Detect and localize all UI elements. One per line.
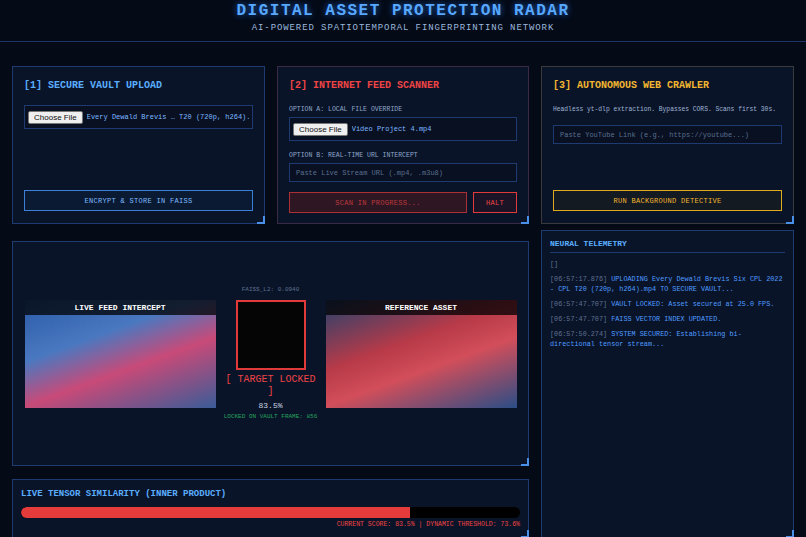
header: DIGITAL ASSET PROTECTION RADAR AI-POWERE… bbox=[0, 0, 806, 42]
analysis-column: FAISS_L2: 0.0940 LIVE FEED INTERCEPT [ T… bbox=[12, 230, 529, 537]
option-label: OPTION B: REAL-TIME URL INTERCEPT bbox=[289, 151, 517, 160]
lower-area: FAISS_L2: 0.0940 LIVE FEED INTERCEPT [ T… bbox=[12, 230, 794, 537]
vault-panel: [1] SECURE VAULT UPLOAD Choose File Ever… bbox=[12, 66, 265, 224]
faiss-metric: FAISS_L2: 0.0940 bbox=[242, 286, 300, 293]
panel-title: LIVE TENSOR SIMILARITY (INNER PRODUCT) bbox=[21, 487, 520, 501]
similarity-track bbox=[21, 507, 520, 518]
app-title: DIGITAL ASSET PROTECTION RADAR bbox=[0, 1, 806, 21]
locked-frame: LOCKED ON VAULT FRAME: 856 bbox=[224, 413, 318, 421]
lock-score: 83.5% bbox=[258, 401, 282, 410]
scan-button[interactable]: SCAN IN PROGRESS... bbox=[289, 192, 467, 213]
panel-title: [2] INTERNET FEED SCANNER bbox=[289, 79, 517, 93]
panel-title: NEURAL TELEMETRY bbox=[550, 239, 785, 253]
file-input[interactable]: Choose File Every Dewald Brevis … T20 (7… bbox=[24, 105, 253, 129]
lock-column: [ TARGET LOCKED ] 83.5% LOCKED ON VAULT … bbox=[221, 300, 321, 421]
match-panel: FAISS_L2: 0.0940 LIVE FEED INTERCEPT [ T… bbox=[12, 241, 529, 466]
crawler-description: Headless yt-dlp extraction. Bypasses COR… bbox=[553, 105, 782, 115]
match-row: LIVE FEED INTERCEPT [ TARGET LOCKED ] 83… bbox=[25, 300, 517, 421]
radar-app: DIGITAL ASSET PROTECTION RADAR AI-POWERE… bbox=[0, 0, 806, 537]
telemetry-placeholder: [] bbox=[550, 259, 785, 269]
edge-sketch bbox=[236, 300, 306, 370]
telemetry-line: [06:57:47.707] VAULT LOCKED: Asset secur… bbox=[550, 299, 785, 309]
reference-frame: REFERENCE ASSET bbox=[326, 300, 517, 408]
choose-file-button[interactable]: Choose File bbox=[293, 123, 348, 136]
file-name: Video Project 4.mp4 bbox=[352, 125, 432, 133]
halt-button[interactable]: HALT bbox=[473, 192, 517, 213]
crawler-panel: [3] AUTONOMOUS WEB CRAWLER Headless yt-d… bbox=[541, 66, 794, 224]
telemetry-line: [06:57:17.876] UPLOADING Every Dewald Br… bbox=[550, 274, 785, 294]
choose-file-button[interactable]: Choose File bbox=[28, 111, 83, 124]
control-row: [1] SECURE VAULT UPLOAD Choose File Ever… bbox=[12, 66, 794, 218]
file-name: Every Dewald Brevis … T20 (720p, h264).m… bbox=[87, 113, 249, 121]
frame-label: LIVE FEED INTERCEPT bbox=[25, 300, 216, 315]
encrypt-button[interactable]: ENCRYPT & STORE IN FAISS bbox=[24, 190, 253, 211]
option-label: OPTION A: LOCAL FILE OVERRIDE bbox=[289, 105, 517, 114]
frame-label: REFERENCE ASSET bbox=[326, 300, 517, 315]
telemetry-panel: NEURAL TELEMETRY [] [06:57:17.876] UPLOA… bbox=[541, 230, 794, 537]
detective-button[interactable]: RUN BACKGROUND DETECTIVE bbox=[553, 190, 782, 211]
app-subtitle: AI-POWERED SPATIOTEMPORAL FINGERPRINTING… bbox=[0, 21, 806, 35]
panel-title: [1] SECURE VAULT UPLOAD bbox=[24, 79, 253, 93]
live-feed-frame: LIVE FEED INTERCEPT bbox=[25, 300, 216, 408]
url-input[interactable] bbox=[289, 163, 517, 182]
lock-status: [ TARGET LOCKED ] bbox=[221, 374, 321, 398]
panel-title: [3] AUTONOMOUS WEB CRAWLER bbox=[553, 79, 782, 93]
scanner-panel: [2] INTERNET FEED SCANNER OPTION A: LOCA… bbox=[277, 66, 529, 224]
similarity-fill bbox=[21, 507, 410, 518]
similarity-reading: CURRENT SCORE: 83.5% | DYNAMIC THRESHOLD… bbox=[21, 521, 520, 528]
telemetry-line: [06:57:47.707] FAISS VECTOR INDEX UPDATE… bbox=[550, 314, 785, 324]
telemetry-line: [06:57:50.274] SYSTEM SECURED: Establish… bbox=[550, 329, 785, 349]
file-input[interactable]: Choose File Video Project 4.mp4 bbox=[289, 117, 517, 141]
scanner-buttons: SCAN IN PROGRESS... HALT bbox=[289, 192, 517, 213]
similarity-panel: LIVE TENSOR SIMILARITY (INNER PRODUCT) C… bbox=[12, 479, 529, 537]
youtube-input[interactable] bbox=[553, 125, 782, 144]
